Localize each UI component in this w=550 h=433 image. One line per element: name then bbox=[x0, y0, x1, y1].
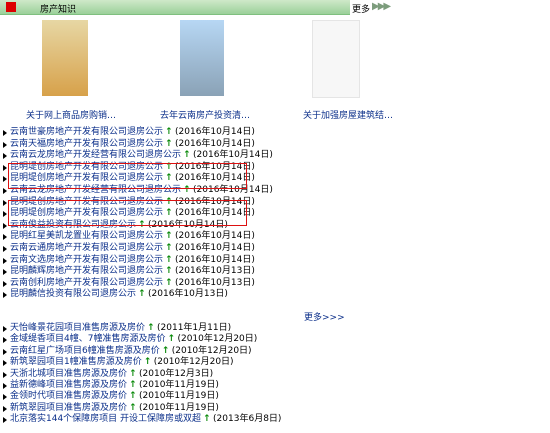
more-link[interactable]: 更多 bbox=[352, 2, 370, 15]
list-item-title[interactable]: 北京落实144个保障房项目 开设工保障房或双超 bbox=[10, 414, 201, 425]
bullet-icon bbox=[3, 269, 7, 276]
list-item-date: (2016年10月14日) bbox=[175, 138, 255, 149]
up-arrow-icon: ↑ bbox=[129, 402, 137, 413]
bullet-icon bbox=[3, 164, 7, 171]
bullet-icon bbox=[3, 130, 7, 136]
more-link-2[interactable]: 更多>>> bbox=[304, 310, 345, 323]
up-arrow-icon: ↑ bbox=[147, 323, 155, 333]
list-item-date: (2010年11月19日) bbox=[139, 380, 219, 390]
list-item-title[interactable]: 新筑翠园项目准售房源及房价 bbox=[10, 403, 127, 414]
thumbnail-image-1[interactable] bbox=[42, 20, 88, 96]
list-item-date: (2016年10月13日) bbox=[148, 289, 228, 300]
list-item-title[interactable]: 云南世豪房地产开发有限公司退房公示 bbox=[10, 127, 163, 138]
list-item-title[interactable]: 云南文选房地产开发有限公司退房公示 bbox=[10, 255, 163, 266]
more-arrows-icon[interactable]: ▶▶▶ bbox=[372, 1, 391, 12]
bullet-icon bbox=[3, 246, 7, 252]
bullet-icon bbox=[3, 153, 7, 160]
bullet-icon bbox=[3, 371, 7, 378]
list-item-date: (2013年6月8日) bbox=[213, 414, 282, 425]
list-item-title[interactable]: 云南创利房地产开发有限公司退房公示 bbox=[10, 278, 163, 289]
list-item-date: (2010年12月20日) bbox=[177, 334, 258, 345]
up-arrow-icon: ↑ bbox=[165, 277, 173, 288]
up-arrow-icon: ↑ bbox=[129, 368, 137, 379]
up-arrow-icon: ↑ bbox=[165, 254, 173, 265]
bullet-icon bbox=[3, 222, 7, 229]
bullet-icon bbox=[3, 199, 7, 206]
list-item-date: (2010年12月20日) bbox=[153, 357, 234, 368]
bullet-icon bbox=[3, 405, 7, 412]
up-arrow-icon: ↑ bbox=[165, 127, 173, 137]
bullet-icon bbox=[3, 234, 7, 241]
bullet-icon bbox=[3, 141, 7, 148]
list-item-date: (2010年11月19日) bbox=[139, 391, 219, 402]
list-item-date: (2010年11月19日) bbox=[139, 402, 219, 413]
bullet-icon bbox=[3, 326, 7, 332]
list-item-date: (2016年10月14日) bbox=[175, 127, 255, 137]
up-arrow-icon: ↑ bbox=[165, 231, 173, 242]
bullet-icon bbox=[3, 348, 7, 355]
thumbnail-image-2[interactable] bbox=[180, 20, 224, 96]
up-arrow-icon: ↑ bbox=[143, 357, 152, 368]
bullet-icon bbox=[3, 188, 7, 194]
list-item-title[interactable]: 金领时代项目准售房源及房价 bbox=[10, 391, 127, 402]
highlight-box-2 bbox=[8, 200, 247, 226]
thumbnail-caption-2[interactable]: 去年云南房产投资清… bbox=[160, 108, 250, 121]
bullet-icon bbox=[3, 257, 7, 264]
up-arrow-icon: ↑ bbox=[203, 414, 211, 425]
bullet-icon bbox=[3, 360, 7, 367]
list-item-date: (2016年10月14日) bbox=[175, 231, 255, 242]
up-arrow-icon: ↑ bbox=[129, 391, 137, 402]
list-item-title[interactable]: 天浙北城项目准售房源及房价 bbox=[10, 369, 127, 380]
list-item-title[interactable]: 益新德峰项目准售房源及房价 bbox=[10, 380, 127, 391]
up-arrow-icon: ↑ bbox=[138, 289, 146, 300]
bullet-icon bbox=[3, 292, 7, 299]
list-item-title[interactable]: 新筑翠园项目1幢准售房源及房价 bbox=[10, 357, 142, 368]
list-item-title[interactable]: 金域缇香项目4幢、7幢准售房源及房价 bbox=[10, 334, 165, 345]
thumbnail-strip: 关于网上商品房购销… 去年云南房产投资清… 关于加强房屋建筑结… bbox=[0, 18, 550, 121]
bullet-icon bbox=[3, 337, 7, 344]
list-item-title[interactable]: 昆明麟信投资有限公司退房公示 bbox=[10, 289, 136, 300]
bullet-icon bbox=[3, 280, 7, 287]
list-item-date: (2010年12月20日) bbox=[171, 345, 252, 356]
list-item-title[interactable]: 云南云龙房地产开发经营有限公司退房公示 bbox=[10, 150, 181, 161]
list-item-date: (2016年10月13日) bbox=[175, 277, 255, 288]
bullet-icon bbox=[3, 383, 7, 389]
section-icon bbox=[6, 2, 16, 12]
list-item-date: (2011年1月11日) bbox=[157, 323, 232, 333]
thumbnail-image-3[interactable] bbox=[312, 20, 360, 98]
up-arrow-icon: ↑ bbox=[161, 345, 170, 356]
list-item-title[interactable]: 昆明麟辉房地产开发有限公司退房公示 bbox=[10, 266, 163, 277]
bullet-icon bbox=[3, 211, 7, 218]
list-item-title[interactable]: 天怡峰景花园项目准售房源及房价 bbox=[10, 323, 145, 334]
list-item-title[interactable]: 昆明红星美凯龙置业有限公司退房公示 bbox=[10, 231, 163, 242]
section-header: 房产知识 更多 ▶▶▶ bbox=[0, 0, 550, 15]
header-bar: 房产知识 bbox=[0, 0, 350, 15]
up-arrow-icon: ↑ bbox=[165, 243, 173, 253]
highlight-box-1 bbox=[8, 163, 247, 189]
bullet-icon bbox=[3, 176, 7, 183]
list-item-date: (2010年12月3日) bbox=[139, 368, 214, 379]
up-arrow-icon: ↑ bbox=[167, 334, 175, 345]
thumbnail-caption-1[interactable]: 关于网上商品房购销… bbox=[26, 108, 116, 121]
thumbnail-caption-3[interactable]: 关于加强房屋建筑结… bbox=[303, 108, 393, 121]
up-arrow-icon: ↑ bbox=[129, 380, 137, 390]
up-arrow-icon: ↑ bbox=[165, 266, 173, 277]
up-arrow-icon: ↑ bbox=[165, 138, 173, 149]
bullet-icon bbox=[3, 394, 7, 401]
section-title: 房产知识 bbox=[40, 5, 77, 15]
list-item-title[interactable]: 云南红星广场项目6幢准售房源及房价 bbox=[10, 346, 160, 357]
up-arrow-icon: ↑ bbox=[183, 150, 191, 161]
bullet-icon bbox=[3, 417, 7, 424]
list-item-title[interactable]: 云南云通房地产开发有限公司退房公示 bbox=[10, 243, 163, 254]
list-item-date: (2016年10月13日) bbox=[175, 266, 255, 277]
list-item-date: (2016年10月14日) bbox=[175, 243, 255, 253]
list-item-title[interactable]: 云南天福房地产开发有限公司退房公示 bbox=[10, 139, 163, 150]
list-item-date: (2016年10月14日) bbox=[175, 254, 255, 265]
list-item-date: (2016年10月14日) bbox=[193, 150, 273, 161]
